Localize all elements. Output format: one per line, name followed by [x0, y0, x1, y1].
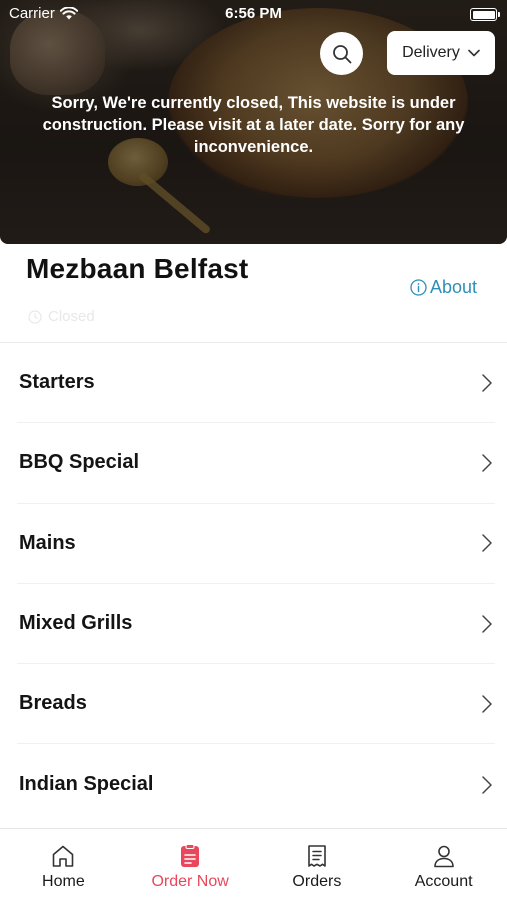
about-link[interactable]: About — [410, 277, 477, 298]
closed-notice: Sorry, We're currently closed, This webs… — [42, 94, 465, 156]
chevron-down-icon — [468, 49, 480, 57]
category-item-mains[interactable]: Mains — [17, 504, 495, 584]
tab-home[interactable]: Home — [0, 829, 127, 900]
restaurant-name: Mezbaan Belfast — [26, 253, 249, 284]
search-button[interactable] — [320, 32, 363, 75]
bottom-tab-bar: Home Order Now Orders Account — [0, 828, 507, 900]
battery-icon — [470, 8, 500, 21]
delivery-mode-label: Delivery — [402, 44, 460, 61]
tab-label: Home — [42, 873, 85, 890]
category-item-breads[interactable]: Breads — [17, 664, 495, 745]
category-label: BBQ Special — [19, 451, 140, 474]
chevron-right-icon — [481, 614, 493, 634]
open-status-label: Closed — [48, 308, 95, 325]
order-icon — [181, 844, 200, 867]
category-item-mixed-grills[interactable]: Mixed Grills — [17, 584, 495, 665]
category-list: Starters BBQ Special Mains Mixed Grills … — [0, 342, 507, 825]
hero-banner: Carrier 6:56 PM Delivery Sorry, We're cu… — [0, 0, 507, 244]
chevron-right-icon — [481, 775, 493, 795]
category-label: Starters — [19, 371, 95, 394]
tab-label: Order Now — [151, 873, 229, 890]
category-label: Mains — [19, 531, 76, 554]
tab-account[interactable]: Account — [380, 829, 507, 900]
category-item-bbq-special[interactable]: BBQ Special — [17, 423, 495, 504]
delivery-mode-dropdown[interactable]: Delivery — [387, 31, 495, 75]
tab-orders[interactable]: Orders — [254, 829, 381, 900]
search-icon — [332, 44, 351, 63]
tab-order-now[interactable]: Order Now — [127, 829, 254, 900]
category-label: Mixed Grills — [19, 612, 133, 635]
chevron-right-icon — [481, 453, 493, 473]
info-icon — [410, 279, 427, 296]
chevron-right-icon — [481, 373, 493, 393]
status-bar: Carrier 6:56 PM — [0, 0, 507, 28]
tab-label: Account — [414, 873, 473, 890]
person-icon — [433, 845, 454, 868]
category-item-starters[interactable]: Starters — [17, 343, 495, 424]
category-label: Breads — [19, 692, 87, 715]
chevron-right-icon — [481, 533, 493, 553]
tab-label: Orders — [292, 873, 342, 890]
clock: 6:56 PM — [225, 5, 282, 22]
open-status: Closed — [28, 308, 95, 325]
chevron-right-icon — [481, 694, 493, 714]
receipt-icon — [308, 845, 326, 867]
clock-icon — [28, 309, 42, 324]
home-icon — [53, 845, 74, 867]
category-item-indian-special[interactable]: Indian Special — [17, 744, 495, 824]
category-label: Indian Special — [19, 773, 154, 796]
about-label: About — [430, 277, 478, 297]
